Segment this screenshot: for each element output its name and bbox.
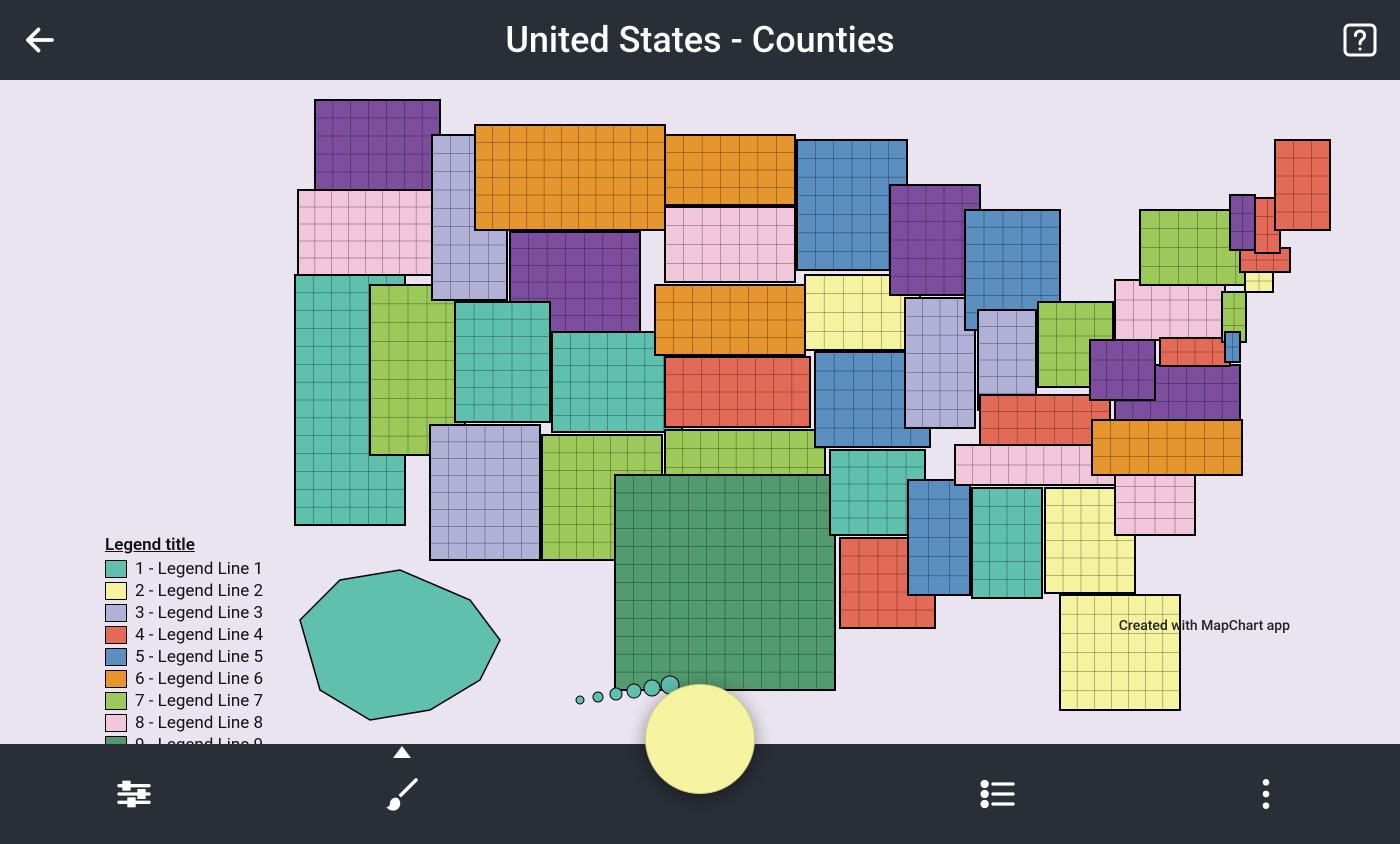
state-HI[interactable]: [644, 680, 660, 696]
state-WA[interactable]: [315, 100, 440, 190]
map-canvas[interactable]: Legend title 1 - Legend Line 12 - Legend…: [0, 80, 1400, 744]
legend-label: 3 - Legend Line 3: [135, 603, 263, 623]
back-button[interactable]: [0, 22, 80, 58]
state-SD[interactable]: [665, 207, 795, 282]
state-HI[interactable]: [627, 684, 641, 698]
arrow-left-icon: [22, 22, 58, 58]
legend-row: 3 - Legend Line 3: [105, 603, 282, 623]
brush-button[interactable]: [372, 764, 432, 824]
state-AZ[interactable]: [430, 425, 540, 560]
legend-label: 1 - Legend Line 1: [135, 559, 263, 579]
brush-icon: [381, 773, 423, 815]
state-MD[interactable]: [1160, 338, 1230, 366]
legend-button[interactable]: [968, 764, 1028, 824]
legend-row: 5 - Legend Line 5: [105, 647, 282, 667]
state-KY[interactable]: [980, 395, 1110, 445]
state-NE[interactable]: [655, 285, 805, 355]
state-CT[interactable]: [1245, 270, 1273, 292]
legend-swatch: [105, 670, 127, 688]
state-UT[interactable]: [455, 302, 550, 422]
state-SC[interactable]: [1115, 470, 1195, 535]
legend-label: 8 - Legend Line 8: [135, 713, 263, 733]
top-bar: United States - Counties: [0, 0, 1400, 80]
legend-title: Legend title: [105, 535, 282, 555]
legend-label: 7 - Legend Line 7: [135, 691, 263, 711]
state-AK[interactable]: [300, 570, 500, 720]
legend-swatch: [105, 714, 127, 732]
legend-swatch: [105, 604, 127, 622]
state-KS[interactable]: [665, 357, 810, 427]
state-MS[interactable]: [908, 480, 970, 595]
state-WV[interactable]: [1090, 340, 1155, 400]
state-HI[interactable]: [593, 692, 603, 702]
current-color-fab[interactable]: [645, 684, 755, 794]
state-TX[interactable]: [615, 475, 835, 690]
state-ND[interactable]: [665, 135, 795, 205]
legend-swatch: [105, 626, 127, 644]
chevron-up-icon: [393, 746, 411, 758]
state-HI[interactable]: [610, 688, 622, 700]
state-ME[interactable]: [1275, 140, 1330, 230]
legend-label: 6 - Legend Line 6: [135, 669, 263, 689]
state-FL[interactable]: [1060, 595, 1180, 710]
legend-label: 4 - Legend Line 4: [135, 625, 263, 645]
state-OR[interactable]: [298, 190, 433, 275]
state-AL[interactable]: [972, 488, 1042, 598]
legend-row: 6 - Legend Line 6: [105, 669, 282, 689]
legend-row: 4 - Legend Line 4: [105, 625, 282, 645]
state-DE[interactable]: [1225, 332, 1240, 362]
more-button[interactable]: [1236, 764, 1296, 824]
legend-row: 7 - Legend Line 7: [105, 691, 282, 711]
more-vertical-icon: [1246, 774, 1286, 814]
state-MT[interactable]: [475, 125, 665, 230]
help-icon: [1342, 22, 1378, 58]
legend-label: 2 - Legend Line 2: [135, 581, 263, 601]
map-legend: Legend title 1 - Legend Line 12 - Legend…: [105, 535, 282, 779]
legend-row: 8 - Legend Line 8: [105, 713, 282, 733]
legend-row: 1 - Legend Line 1: [105, 559, 282, 579]
attribution-text: Created with MapChart app: [1119, 618, 1290, 634]
legend-swatch: [105, 648, 127, 666]
help-button[interactable]: [1320, 22, 1400, 58]
legend-swatch: [105, 582, 127, 600]
settings-button[interactable]: [104, 764, 164, 824]
legend-swatch: [105, 560, 127, 578]
state-NC[interactable]: [1092, 420, 1242, 475]
list-icon: [978, 774, 1018, 814]
sliders-icon: [114, 774, 154, 814]
state-HI[interactable]: [576, 696, 584, 704]
legend-label: 5 - Legend Line 5: [135, 647, 263, 667]
legend-swatch: [105, 692, 127, 710]
state-PA[interactable]: [1115, 280, 1225, 340]
page-title: United States - Counties: [80, 19, 1320, 61]
state-VT[interactable]: [1230, 195, 1255, 250]
legend-row: 2 - Legend Line 2: [105, 581, 282, 601]
us-counties-map[interactable]: [260, 80, 1340, 744]
